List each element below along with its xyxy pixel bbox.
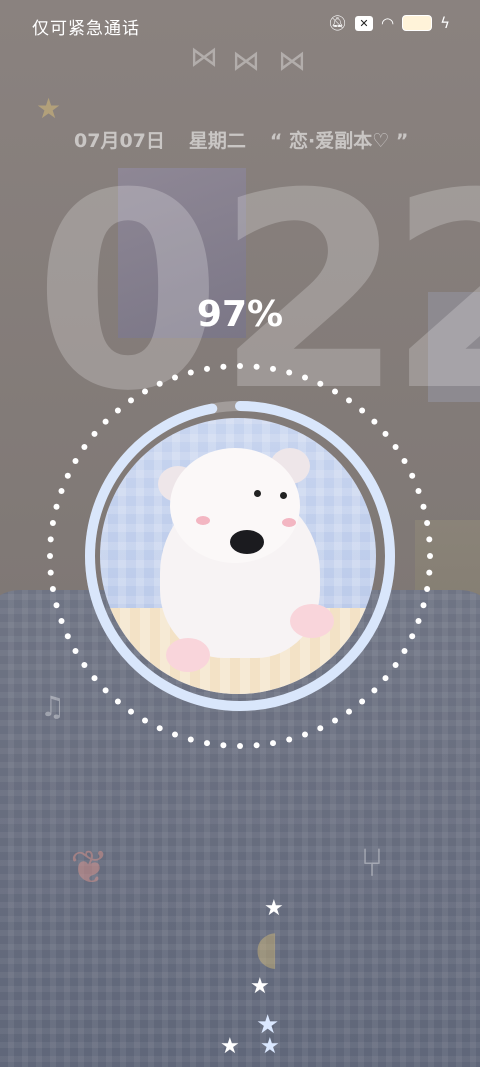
charging-dot (47, 536, 54, 543)
charging-dot (156, 380, 163, 387)
charging-dot (415, 488, 422, 494)
charging-dot (426, 536, 433, 543)
charging-dot (270, 365, 276, 372)
charging-dot (317, 380, 324, 387)
charging-dot (72, 458, 79, 464)
bear-blush (282, 518, 296, 527)
charging-dot (47, 553, 53, 559)
star-icon: ★ (260, 1034, 280, 1059)
charging-dot (286, 736, 293, 743)
charging-dot (286, 369, 293, 376)
charging-dot (253, 742, 260, 749)
charging-dot (53, 503, 60, 510)
charging-dot (72, 648, 79, 654)
charging-dot (415, 618, 422, 624)
charging-dot (81, 444, 88, 450)
charging-dot (253, 363, 260, 370)
charging-dot (409, 472, 416, 479)
charging-dot (427, 553, 433, 559)
charging-dot (332, 717, 338, 724)
charging-dot (114, 407, 121, 414)
charging-dot (237, 363, 243, 369)
charging-dot (346, 708, 352, 715)
charging-dot (187, 369, 194, 376)
charging-dot (302, 374, 308, 381)
star-icon: ★ (264, 896, 284, 921)
charging-dot (81, 662, 88, 668)
bear-paw (166, 638, 210, 672)
charging-dot (382, 675, 389, 682)
charging-dot (114, 698, 121, 705)
charging-dot (47, 569, 54, 576)
charging-dot (401, 458, 408, 464)
charging-dot (49, 586, 56, 592)
charging-dot (142, 388, 148, 395)
charging-dot (401, 648, 408, 654)
bear-eye (254, 490, 261, 497)
bear-blush (196, 516, 210, 525)
charging-dot (58, 488, 65, 494)
charging-dot (64, 633, 71, 640)
charging-dot (220, 742, 227, 749)
charging-dot (128, 708, 134, 715)
charging-dot (332, 388, 338, 395)
charging-dot (359, 407, 366, 414)
charging-dot (302, 731, 308, 738)
charging-dot (64, 472, 71, 479)
charging-dot (102, 418, 109, 425)
bear-paw (290, 604, 334, 638)
charging-dot (187, 736, 194, 743)
charging-dot (420, 602, 427, 609)
charging-dot (371, 418, 378, 425)
charging-dot (53, 602, 60, 609)
charging-dot (156, 725, 163, 732)
charging-dot (424, 586, 431, 592)
charging-dot (346, 397, 352, 404)
charging-dot (172, 374, 178, 381)
charging-dot (91, 430, 98, 437)
charging-dot (392, 444, 399, 450)
charging-dot (91, 675, 98, 682)
bear-nose (230, 530, 264, 554)
charging-dot (204, 365, 210, 372)
charging-dot (359, 698, 366, 705)
charging-dot (317, 725, 324, 732)
bear-eye (280, 492, 287, 499)
charging-dot (382, 430, 389, 437)
star-icon: ★ (250, 974, 270, 999)
charging-dot (424, 520, 431, 526)
charging-dot (49, 520, 56, 526)
charging-dot (420, 503, 427, 510)
charging-dot (392, 662, 399, 668)
star-icon: ★ (220, 1034, 240, 1059)
charging-dot (237, 743, 243, 749)
charging-dot (409, 633, 416, 640)
charging-dot (204, 740, 210, 747)
charging-dot (270, 740, 276, 747)
charging-dot (220, 363, 227, 370)
charging-dot (58, 618, 65, 624)
charging-dot (142, 717, 148, 724)
charging-dot (128, 397, 134, 404)
charging-dot (172, 731, 178, 738)
charging-photo (100, 418, 376, 694)
charging-dot (426, 569, 433, 576)
